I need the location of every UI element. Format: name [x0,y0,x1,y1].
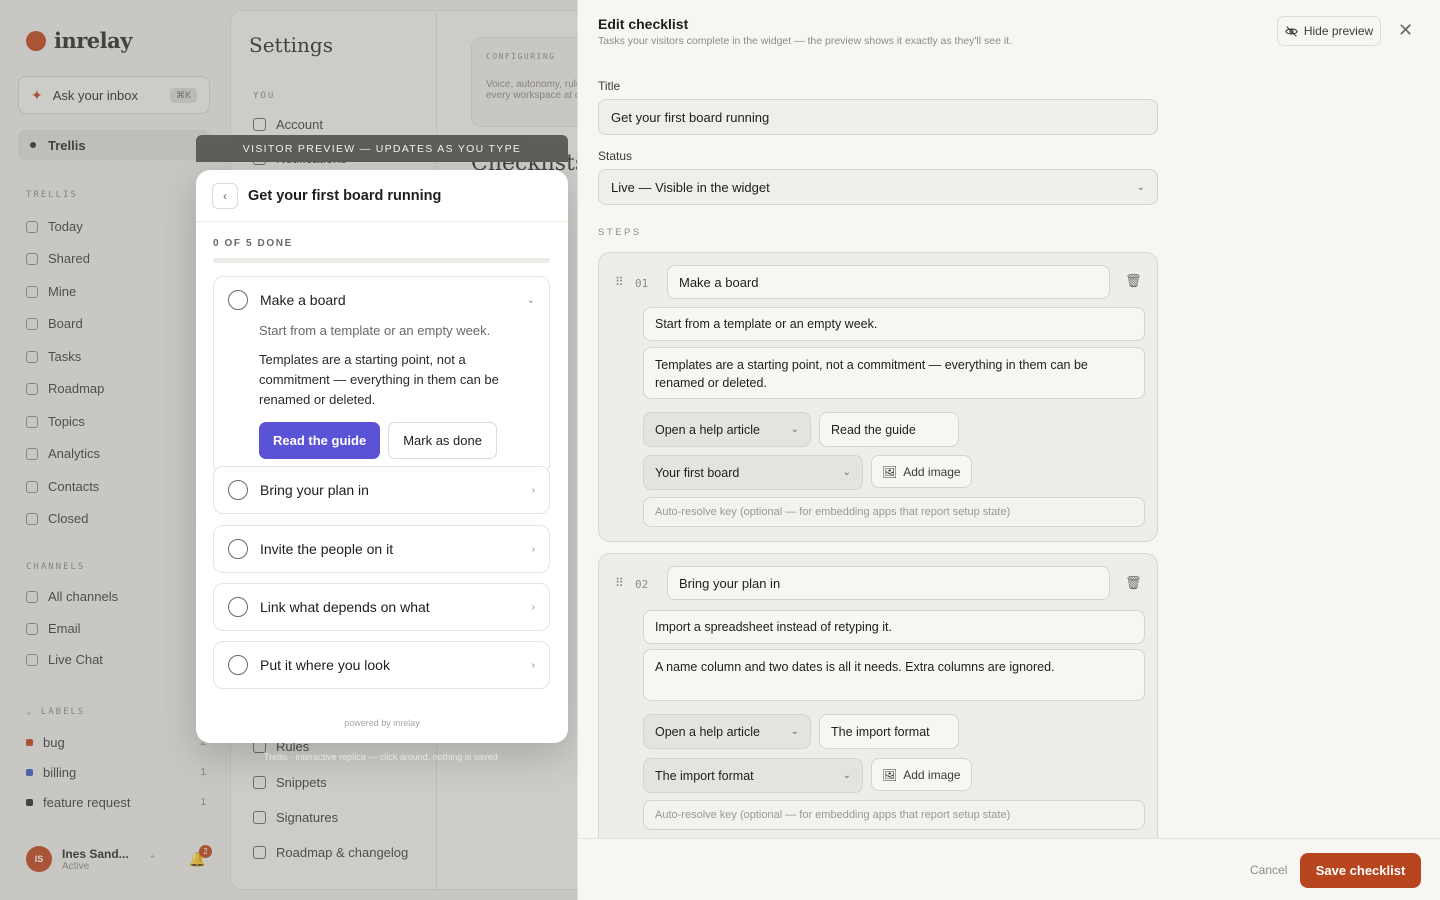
step-name: Make a board [260,292,346,308]
step-subtitle-input[interactable]: Start from a template or an empty week. [643,307,1145,341]
step-checkbox[interactable] [228,539,248,559]
hide-preview-label: Hide preview [1303,24,1374,38]
step-name: Bring your plan in [260,482,369,498]
step-description: Templates are a starting point, not a co… [259,352,499,407]
add-image-button[interactable]: 🖼 Add image [871,758,972,791]
step-name: Link what depends on what [260,599,430,615]
save-checklist-button[interactable]: Save checklist [1300,853,1421,888]
widget-step[interactable]: Put it where you look › [213,641,550,689]
image-icon: 🖼 [882,767,898,782]
step-name: Put it where you look [260,657,390,673]
step-editor: ⠿ 02 Bring your plan in 🗑 Import a sprea… [598,553,1158,853]
auto-resolve-input[interactable]: Auto-resolve key (optional — for embeddi… [643,497,1145,527]
read-guide-button[interactable]: Read the guide [259,422,381,459]
action-type-value: Open a help article [655,724,760,739]
chevron-down-icon: ⌄ [1136,181,1145,193]
add-image-label: Add image [903,464,961,479]
preview-banner: VISITOR PREVIEW — UPDATES AS YOU TYPE [196,135,568,162]
action-type-select[interactable]: Open a help article ⌄ [643,714,811,749]
back-button[interactable]: ‹ [212,182,238,209]
powered-by: powered by inrelay [344,718,420,728]
chevron-left-icon: ‹ [223,188,227,203]
add-image-label: Add image [903,767,961,782]
action-label-input[interactable]: Read the guide [819,412,959,447]
action-label-input[interactable]: The import format [819,714,959,749]
widget-header: ‹ Get your first board running [196,170,568,222]
progress-label: 0 OF 5 DONE [213,238,293,249]
widget-title: Get your first board running [248,187,442,204]
image-icon: 🖼 [882,464,898,479]
title-label: Title [598,79,621,93]
chevron-down-icon: ⌄ [526,294,535,306]
step-checkbox[interactable] [228,290,248,310]
widget-step[interactable]: Link what depends on what › [213,583,550,631]
hide-preview-button[interactable]: Hide preview [1277,16,1381,46]
chevron-right-icon: › [531,659,535,671]
edit-checklist-panel: Edit checklist Tasks your visitors compl… [577,0,1440,900]
close-icon[interactable]: ✕ [1398,20,1413,41]
panel-title: Edit checklist [598,16,689,32]
step-checkbox[interactable] [228,597,248,617]
cancel-button[interactable]: Cancel [1250,863,1287,877]
trash-icon[interactable]: 🗑 [1125,273,1142,289]
widget-preview: ‹ Get your first board running 0 OF 5 DO… [196,170,568,743]
steps-label: STEPS [598,227,642,238]
step-editor: ⠿ 01 Make a board 🗑 Start from a templat… [598,252,1158,542]
panel-subtitle: Tasks your visitors complete in the widg… [598,35,1013,47]
chevron-down-icon: ⌄ [842,467,851,478]
widget-step-expanded[interactable]: Make a board ⌄ Start from a template or … [213,276,550,474]
step-checkbox[interactable] [228,655,248,675]
title-input[interactable]: Get your first board running [598,99,1158,135]
article-value: Your first board [655,465,740,480]
status-select[interactable]: Live — Visible in the widget ⌄ [598,169,1158,205]
eye-off-icon [1285,25,1298,37]
panel-footer: Cancel Save checklist [578,838,1440,900]
chevron-down-icon: ⌄ [790,726,799,737]
step-description-textarea[interactable]: Templates are a starting point, not a co… [643,347,1145,399]
step-subtitle: Start from a template or an empty week. [259,323,491,338]
widget-step[interactable]: Bring your plan in › [213,466,550,514]
replica-note: Trellis · interactive replica — click ar… [264,752,498,762]
action-type-select[interactable]: Open a help article ⌄ [643,412,811,447]
step-number: 02 [635,578,649,591]
action-type-value: Open a help article [655,422,760,437]
step-name: Invite the people on it [260,541,394,557]
chevron-down-icon: ⌄ [842,770,851,781]
step-number: 01 [635,277,649,290]
mark-done-button[interactable]: Mark as done [388,422,497,459]
article-value: The import format [655,768,754,783]
chevron-right-icon: › [531,543,535,555]
status-label: Status [598,149,633,163]
step-checkbox[interactable] [228,480,248,500]
add-image-button[interactable]: 🖼 Add image [871,455,972,488]
drag-handle-icon[interactable]: ⠿ [615,576,624,590]
drag-handle-icon[interactable]: ⠿ [615,275,624,289]
step-subtitle-input[interactable]: Import a spreadsheet instead of retyping… [643,610,1145,644]
progress-bar [213,258,550,263]
chevron-right-icon: › [531,601,535,613]
step-name-input[interactable]: Make a board [667,265,1110,299]
trash-icon[interactable]: 🗑 [1125,575,1142,591]
chevron-down-icon: ⌄ [790,424,799,435]
chevron-right-icon: › [531,484,535,496]
step-description-textarea[interactable]: A name column and two dates is all it ne… [643,649,1145,701]
step-name-input[interactable]: Bring your plan in [667,566,1110,600]
status-value: Live — Visible in the widget [611,179,770,195]
article-select[interactable]: The import format ⌄ [643,758,863,793]
article-select[interactable]: Your first board ⌄ [643,455,863,490]
auto-resolve-input[interactable]: Auto-resolve key (optional — for embeddi… [643,800,1145,830]
widget-step[interactable]: Invite the people on it › [213,525,550,573]
